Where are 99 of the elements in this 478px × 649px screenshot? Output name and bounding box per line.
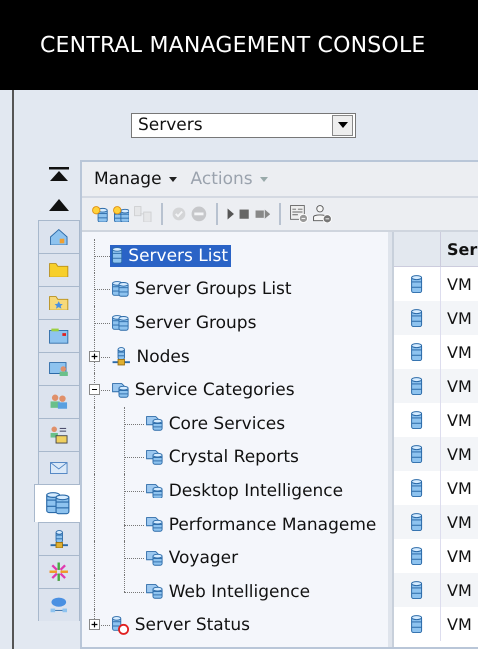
toolbar-button[interactable] [239, 208, 250, 220]
table-cell-text: VM [446, 308, 472, 330]
menu-item[interactable]: Manage [94, 169, 177, 189]
server-category-icon [146, 450, 163, 465]
table-cell-text: VM [446, 512, 472, 534]
tree-item[interactable]: Desktop Intelligence [144, 480, 346, 502]
server-icon [411, 410, 423, 430]
side-tab[interactable] [38, 286, 80, 319]
minus-circle-icon [190, 206, 207, 222]
server-icon [411, 274, 423, 294]
server-category-icon [146, 584, 163, 600]
stop-icon [239, 208, 250, 220]
caret-icon [260, 176, 268, 182]
check-icon [172, 207, 186, 221]
server-icon [411, 580, 423, 600]
side-tab[interactable] [38, 352, 80, 385]
clone-icon [134, 206, 152, 222]
server-icon [411, 376, 423, 396]
server-group-icon [112, 315, 129, 331]
header-title: CENTRAL MANAGEMENT CONSOLE [40, 32, 426, 58]
expand-toggle[interactable] [89, 350, 100, 362]
toolbar-button[interactable] [313, 204, 332, 224]
table-cell-text: VM [446, 274, 472, 296]
table-cell-text: VM [446, 478, 472, 500]
side-tab[interactable] [38, 319, 80, 352]
tree-item[interactable]: Core Services [144, 412, 288, 435]
table-cell-text: VM [446, 614, 472, 636]
tree-item[interactable]: Performance Manageme [144, 514, 380, 536]
new-server-icon [92, 206, 108, 222]
user-list-icon [50, 426, 68, 444]
expand-toggle[interactable] [89, 619, 100, 630]
server-icon [411, 308, 423, 328]
scroll-up-icon[interactable] [49, 199, 69, 211]
tree-item[interactable]: Server Status [110, 614, 254, 636]
scroll-top-icon[interactable] [49, 167, 69, 183]
table-cell-text: VM [446, 546, 472, 568]
node-icon [50, 530, 68, 548]
side-tab[interactable] [38, 220, 80, 253]
side-tab[interactable] [38, 588, 80, 621]
network-icon [50, 597, 68, 613]
side-tab[interactable] [38, 522, 80, 555]
tree-item[interactable]: Web Intelligence [144, 580, 314, 603]
node-icon [112, 347, 130, 366]
server-icon [411, 342, 423, 362]
server-category-icon [146, 416, 163, 432]
server-category-icon [112, 382, 129, 398]
envelope-icon [50, 462, 68, 474]
server-status-icon [112, 616, 129, 635]
tree-item[interactable]: Server Groups [110, 312, 260, 334]
server-icon [411, 478, 423, 498]
tree-item[interactable]: Service Categories [110, 379, 298, 402]
tree-item[interactable]: Nodes [110, 346, 193, 368]
table-cell-text: VM [446, 376, 472, 398]
caret-icon [168, 176, 177, 182]
view-dropdown[interactable]: Servers [131, 112, 356, 138]
server-icon [411, 614, 423, 634]
properties-icon [290, 204, 308, 224]
table-cell-text: VM [446, 580, 472, 602]
folder-user-icon [49, 362, 69, 376]
side-tab[interactable] [34, 484, 82, 522]
toolbar-button[interactable] [226, 208, 234, 220]
minus-icon [91, 389, 98, 390]
toolbar-button[interactable] [254, 208, 270, 220]
toolbar-button[interactable] [290, 204, 308, 224]
side-tab[interactable] [38, 451, 80, 484]
tree-item[interactable]: Servers List [110, 244, 232, 267]
plus-icon [91, 352, 98, 360]
tree-item[interactable]: Voyager [144, 547, 242, 570]
server-category-icon [146, 517, 163, 532]
server-category-icon [146, 484, 163, 498]
server-icon [411, 444, 423, 464]
toolbar-button[interactable] [112, 206, 130, 222]
restart-icon [254, 208, 270, 220]
user-icon [313, 204, 332, 224]
server-icon [112, 247, 122, 264]
expand-toggle[interactable] [89, 384, 100, 396]
tree-item[interactable]: Crystal Reports [144, 446, 302, 468]
burst-icon [49, 562, 69, 582]
server-group-icon [112, 281, 129, 298]
play-icon [226, 208, 234, 220]
folder-stack-icon [49, 328, 69, 344]
house-icon [50, 228, 68, 246]
side-tab[interactable] [38, 418, 80, 451]
caret-icon [338, 122, 348, 128]
server-icon [411, 512, 423, 532]
toolbar-button[interactable] [92, 206, 108, 222]
server-group-icon [46, 492, 70, 515]
tree-item[interactable]: Server Groups List [110, 278, 295, 300]
table-cell-text: VM [446, 444, 472, 466]
server-category-icon [146, 550, 163, 566]
plus-icon [91, 621, 98, 628]
users-icon [50, 394, 68, 410]
folder-icon [49, 262, 69, 278]
new-group-icon [112, 206, 130, 222]
star-folder-icon [49, 296, 69, 310]
table-cell-text: VM [446, 410, 472, 432]
side-tab[interactable] [38, 555, 80, 588]
table-cell-text: VM [446, 342, 472, 364]
server-icon [411, 546, 423, 566]
